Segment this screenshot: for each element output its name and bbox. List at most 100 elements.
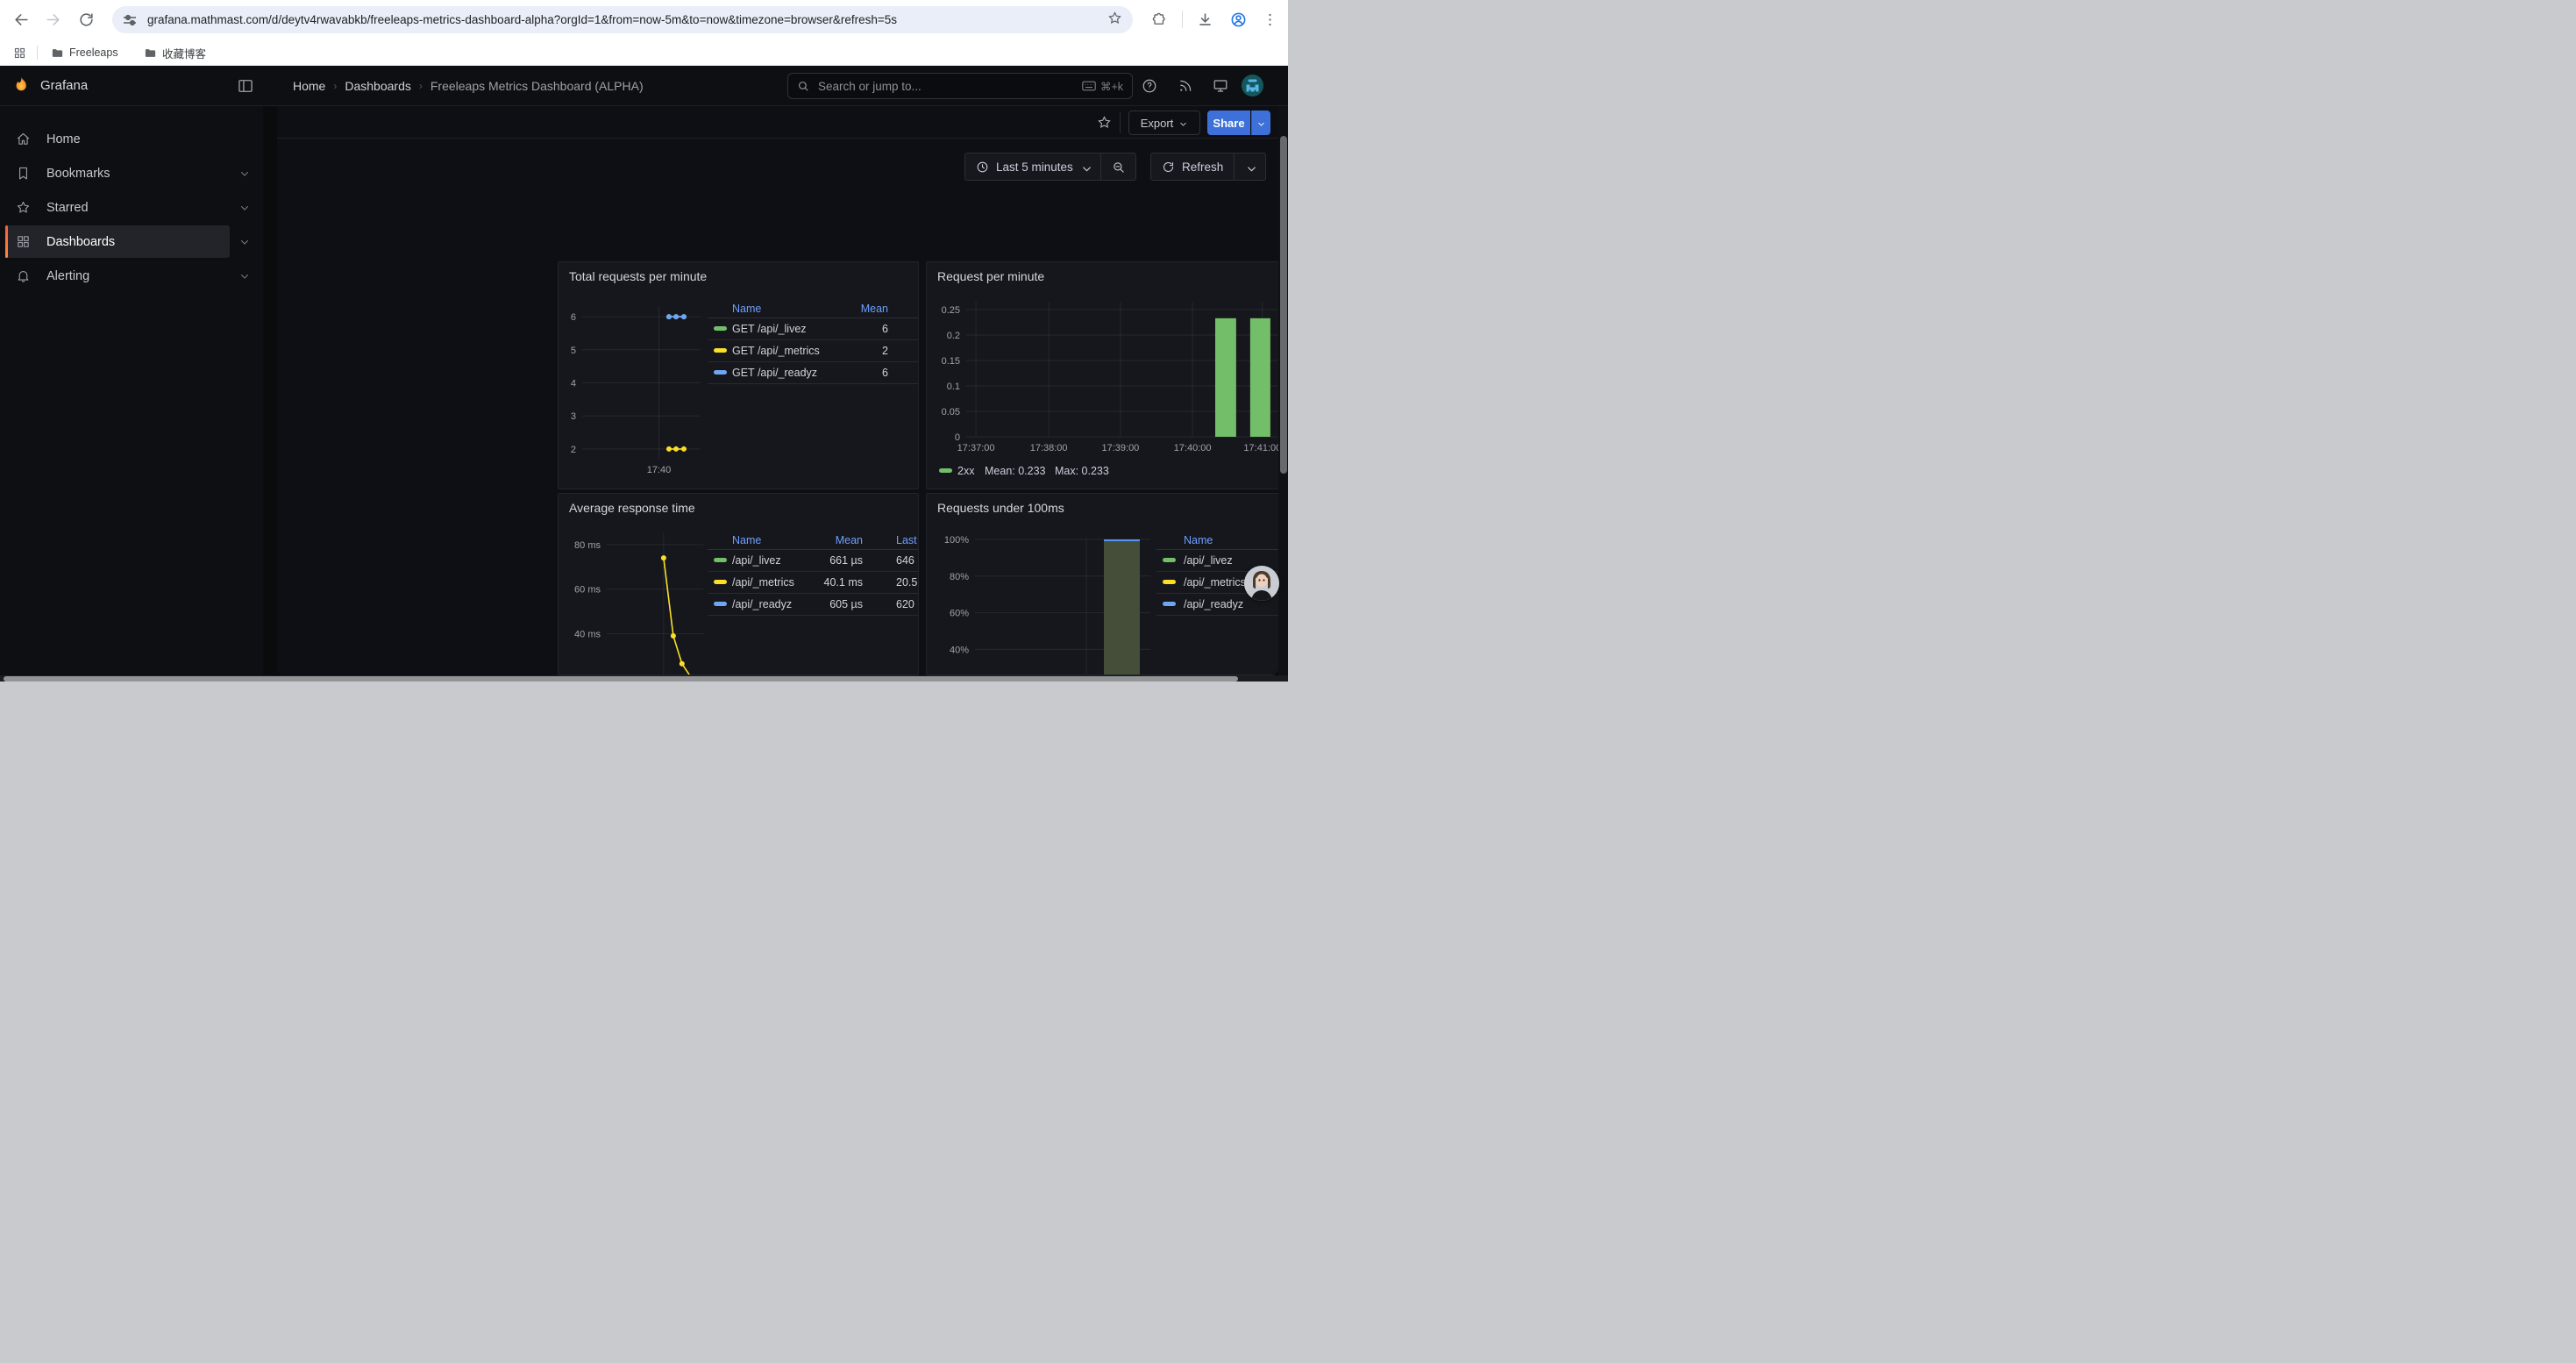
- panel-request-per-minute[interactable]: Request per minute 0.250.20.150.10.05017…: [926, 261, 1278, 489]
- downloads-button[interactable]: [1192, 7, 1217, 32]
- series-name: GET /api/_livez: [732, 323, 807, 335]
- legend-col-mean[interactable]: Mean: [861, 303, 888, 315]
- series-swatch: [714, 326, 727, 331]
- url-input[interactable]: [146, 12, 1107, 27]
- sidebar-toggle-button[interactable]: [237, 77, 254, 95]
- series-mean: Mean: 0.233: [985, 465, 1046, 477]
- series-name: 2xx: [957, 465, 974, 477]
- series-mean: 40.1 ms: [824, 576, 863, 589]
- chevron-down-icon: [1080, 162, 1090, 172]
- series-mean: 2: [882, 345, 888, 357]
- profile-button[interactable]: [1226, 7, 1250, 32]
- breadcrumb-separator: ›: [419, 80, 423, 92]
- legend-row[interactable]: GET /api/_metrics 2: [708, 340, 918, 362]
- chevron-down-icon[interactable]: [238, 202, 251, 214]
- refresh-group: Refresh: [1150, 153, 1266, 181]
- chevron-down-icon[interactable]: [238, 168, 251, 180]
- legend-row[interactable]: /api/_readyz 605 µs 620 µs: [708, 594, 919, 616]
- zoom-out-icon: [1112, 161, 1125, 174]
- help-button[interactable]: [1142, 78, 1157, 94]
- export-button[interactable]: Export: [1128, 111, 1200, 135]
- sidebar-item-dashboards[interactable]: Dashboards: [0, 225, 263, 259]
- svg-text:0.15: 0.15: [942, 356, 960, 367]
- bookmark-label: 收藏博客: [162, 45, 206, 61]
- forward-icon: [45, 11, 61, 28]
- reload-button[interactable]: [74, 7, 98, 32]
- zoom-out-button[interactable]: [1100, 153, 1135, 180]
- panel-average-response-time[interactable]: Average response time 80 ms60 ms40 ms20 …: [558, 493, 919, 675]
- panel-total-requests-per-minute[interactable]: Total requests per minute 6543217:40 Nam…: [558, 261, 919, 489]
- bar-chart[interactable]: 0.250.20.150.10.05017:37:0017:38:0017:39…: [927, 262, 1278, 489]
- horizontal-scrollbar-thumb[interactable]: [4, 676, 1238, 682]
- sidebar-item-bookmarks[interactable]: Bookmarks: [0, 156, 263, 190]
- svg-text:100%: 100%: [944, 535, 969, 546]
- svg-text:40%: 40%: [950, 645, 969, 655]
- breadcrumb-home[interactable]: Home: [293, 79, 325, 93]
- url-bar[interactable]: [112, 6, 1133, 33]
- breadcrumb-separator: ›: [333, 80, 337, 92]
- legend-row[interactable]: GET /api/_readyz 6: [708, 362, 918, 384]
- svg-text:5: 5: [571, 346, 576, 356]
- kiosk-mode-button[interactable]: [1213, 78, 1228, 94]
- legend-row[interactable]: /api/_livez 661 µs 646 µs: [708, 550, 919, 572]
- sidebar-item-starred[interactable]: Starred: [0, 190, 263, 225]
- sidebar-item-label: Starred: [46, 201, 89, 215]
- refresh-label: Refresh: [1182, 161, 1223, 174]
- vertical-scrollbar-thumb[interactable]: [1280, 136, 1287, 474]
- extension-floating-avatar[interactable]: [1244, 566, 1279, 601]
- menu-button[interactable]: [1257, 7, 1282, 32]
- star-icon: [16, 200, 31, 215]
- monitor-icon: [1213, 78, 1228, 94]
- series-mean: 661 µs: [829, 554, 863, 567]
- news-button[interactable]: [1178, 78, 1193, 94]
- legend-col-name[interactable]: Name: [732, 303, 761, 315]
- bookmark-star-icon[interactable]: [1107, 11, 1122, 30]
- folder-icon: [51, 46, 64, 60]
- legend-col-name[interactable]: Name: [1184, 534, 1213, 546]
- site-settings-icon[interactable]: [123, 13, 137, 27]
- share-dropdown-button[interactable]: [1251, 111, 1270, 135]
- legend-col-mean[interactable]: Mean: [836, 534, 863, 546]
- user-avatar[interactable]: [1242, 75, 1263, 96]
- series-name: /api/_metrics: [732, 576, 794, 589]
- extensions-button[interactable]: [1147, 7, 1171, 32]
- legend-row[interactable]: /api/_metrics 40.1 ms 20.5 ms: [708, 572, 919, 594]
- legend-col-name[interactable]: Name: [732, 534, 761, 546]
- series-swatch: [714, 348, 727, 353]
- breadcrumb-dashboards[interactable]: Dashboards: [345, 79, 411, 93]
- series-mean: 6: [882, 367, 888, 379]
- sidebar-item-alerting[interactable]: Alerting: [0, 259, 263, 293]
- sidebar-item-home[interactable]: Home: [0, 122, 263, 156]
- sidebar-item-label: Bookmarks: [46, 167, 110, 181]
- share-button[interactable]: Share: [1207, 111, 1250, 135]
- series-mean: 6: [882, 323, 888, 335]
- svg-text:17:41:00: 17:41:00: [1243, 443, 1278, 453]
- chevron-down-icon[interactable]: [238, 270, 251, 282]
- favorite-dashboard-button[interactable]: [1097, 115, 1112, 130]
- refresh-interval-dropdown[interactable]: [1234, 153, 1265, 180]
- legend-row[interactable]: GET /api/_livez 6: [708, 318, 918, 340]
- search-box[interactable]: ⌘+k: [787, 73, 1133, 99]
- panel-requests-under-100ms[interactable]: Requests under 100ms 100%80%60%40%20%0%1…: [926, 493, 1278, 675]
- series-swatch: [1163, 580, 1176, 584]
- apps-grid-button[interactable]: [9, 43, 30, 62]
- chevron-down-icon[interactable]: [238, 236, 251, 248]
- extensions-icon: [1151, 11, 1168, 28]
- bell-icon: [16, 268, 31, 283]
- refresh-button[interactable]: Refresh: [1151, 153, 1234, 180]
- search-input[interactable]: [816, 79, 1075, 94]
- chevron-down-icon: [1256, 118, 1266, 128]
- bookmark-folder-blogs[interactable]: 收藏博客: [139, 43, 211, 62]
- forward-button[interactable]: [40, 7, 65, 32]
- svg-text:60%: 60%: [950, 609, 969, 619]
- screen: Freeleaps 收藏博客 Grafana Home › Dashboard: [0, 0, 1288, 682]
- bookmarks-separator: [37, 46, 38, 60]
- back-button[interactable]: [9, 7, 33, 32]
- bookmark-folder-freeleaps[interactable]: Freeleaps: [46, 43, 124, 62]
- search-icon: [797, 80, 809, 92]
- time-range-picker[interactable]: Last 5 minutes: [965, 153, 1100, 180]
- clock-icon: [976, 161, 989, 174]
- legend-col-last[interactable]: Last *: [896, 534, 919, 546]
- active-highlight: [5, 225, 230, 258]
- legend-inline[interactable]: 2xx Mean: 0.233 Max: 0.233: [927, 462, 1278, 480]
